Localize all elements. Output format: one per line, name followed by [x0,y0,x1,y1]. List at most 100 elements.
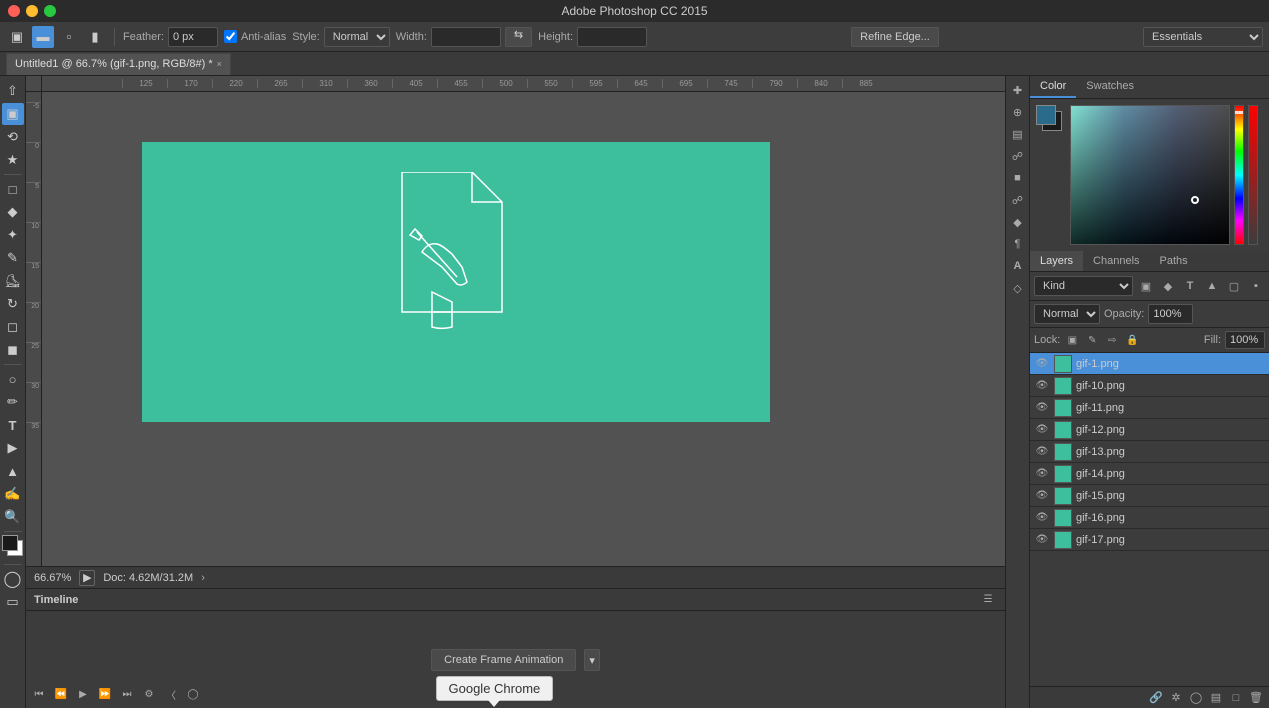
doc-tab[interactable]: Untitled1 @ 66.7% (gif-1.png, RGB/8#) * … [6,53,231,75]
lock-paint-icon[interactable]: ✎ [1084,332,1100,348]
filter-type-icon[interactable]: T [1181,277,1199,295]
record-icon[interactable]: ◯ [184,685,202,703]
canvas-scroll[interactable] [42,92,1005,566]
layer-visibility-toggle[interactable]: 👁 [1034,466,1050,482]
play-icon[interactable]: ▶ [74,685,92,703]
eyedropper-tool-icon[interactable]: ◆ [2,201,24,223]
path-select-icon[interactable]: ▶ [2,437,24,459]
opacity-input[interactable] [1148,304,1193,324]
filter-smart-icon[interactable]: ▢ [1225,277,1243,295]
tab-layers[interactable]: Layers [1030,251,1083,271]
width-input[interactable] [431,27,501,47]
marquee-ellipse-icon[interactable]: ▬ [32,26,54,48]
tab-swatches[interactable]: Swatches [1076,76,1144,98]
layer-item[interactable]: 👁 gif-15.png [1030,485,1269,507]
foreground-color-swatch[interactable] [2,535,18,551]
height-input[interactable] [577,27,647,47]
layers-mode-select[interactable]: Normal [1034,304,1100,324]
workspace-select[interactable]: Essentials [1143,27,1263,47]
tab-color[interactable]: Color [1030,76,1076,98]
new-group-icon[interactable]: ▤ [1207,689,1225,707]
rt-btn2[interactable]: ⊕ [1008,102,1028,122]
step-back-icon[interactable]: ⏪ [52,685,70,703]
quickselect-tool-icon[interactable]: ★ [2,149,24,171]
filter-shape-icon[interactable]: ▲ [1203,277,1221,295]
zoom-tool-icon[interactable]: 🔍 [2,506,24,528]
close-button[interactable] [8,5,20,17]
layer-visibility-toggle[interactable]: 👁 [1034,510,1050,526]
fill-input[interactable] [1225,331,1265,349]
tab-paths[interactable]: Paths [1150,251,1198,271]
layer-visibility-toggle[interactable]: 👁 [1034,400,1050,416]
goto-start-icon[interactable]: ⏮ [30,685,48,703]
style-select[interactable]: Normal [324,27,390,47]
opacity-bar[interactable] [1248,105,1258,245]
move-tool-icon[interactable]: ⇧ [2,80,24,102]
color-swatches-area[interactable] [2,535,24,561]
rt-btn9[interactable]: A [1008,256,1028,276]
layer-visibility-toggle[interactable]: 👁 [1034,488,1050,504]
filter-adjust-icon[interactable]: ◆ [1159,277,1177,295]
add-effect-icon[interactable]: ✲ [1167,689,1185,707]
window-controls[interactable] [8,5,56,17]
feather-input[interactable] [168,27,218,47]
lasso-icon[interactable]: ▫ [58,26,80,48]
rt-btn10[interactable]: ◇ [1008,278,1028,298]
new-layer-icon[interactable]: □ [1227,689,1245,707]
step-forward-icon[interactable]: ⏩ [96,685,114,703]
animation-type-dropdown[interactable]: ▾ [584,649,600,671]
layer-visibility-toggle[interactable]: 👁 [1034,422,1050,438]
layer-visibility-toggle[interactable]: 👁 [1034,444,1050,460]
rt-btn8[interactable]: ¶ [1008,234,1028,254]
healing-tool-icon[interactable]: ✦ [2,224,24,246]
layer-item[interactable]: 👁 gif-13.png [1030,441,1269,463]
eraser-tool-icon[interactable]: ◻ [2,316,24,338]
filter-extra-icon[interactable]: ▪ [1247,277,1265,295]
layer-item[interactable]: 👁 gif-11.png [1030,397,1269,419]
hue-bar[interactable] [1234,105,1244,245]
rt-btn6[interactable]: ☍ [1008,190,1028,210]
marquee-rect-icon[interactable]: ▣ [6,26,28,48]
lock-pixels-icon[interactable]: ▣ [1064,332,1080,348]
layer-visibility-toggle[interactable]: 👁 [1034,356,1050,372]
create-frame-animation-button[interactable]: Create Frame Animation [431,649,576,671]
history-brush-icon[interactable]: ↻ [2,293,24,315]
layer-item[interactable]: 👁 gif-17.png [1030,529,1269,551]
type-tool-icon[interactable]: T [2,414,24,436]
layer-item[interactable]: 👁 gif-1.png [1030,353,1269,375]
crop-tool-icon[interactable]: □ [2,178,24,200]
zoom-arrow-btn[interactable]: ▶ [79,570,95,586]
layer-item[interactable]: 👁 gif-16.png [1030,507,1269,529]
goto-end-icon[interactable]: ⏭ [118,685,136,703]
rt-btn4[interactable]: ☍ [1008,146,1028,166]
layer-visibility-toggle[interactable]: 👁 [1034,378,1050,394]
refine-edge-button[interactable]: Refine Edge... [851,27,939,47]
lasso-tool-icon[interactable]: ⟲ [2,126,24,148]
delete-layer-icon[interactable]: 🗑 [1247,689,1265,707]
foreground-color-box[interactable] [1036,105,1056,125]
rt-btn7[interactable]: ◆ [1008,212,1028,232]
timeline-menu-icon[interactable]: ☰ [979,591,997,609]
brush-tool-icon[interactable]: ✎ [2,247,24,269]
add-mask-icon[interactable]: ◯ [1187,689,1205,707]
minimize-button[interactable] [26,5,38,17]
hand-tool-icon[interactable]: ✍ [2,483,24,505]
layer-item[interactable]: 👁 gif-12.png [1030,419,1269,441]
layer-visibility-toggle[interactable]: 👁 [1034,532,1050,548]
marquee-tool-icon[interactable]: ▣ [2,103,24,125]
gradient-tool-icon[interactable]: ◼ [2,339,24,361]
layer-item[interactable]: 👁 gif-10.png [1030,375,1269,397]
antialias-checkbox[interactable] [224,30,237,43]
rt-btn3[interactable]: ▤ [1008,124,1028,144]
rt-btn5[interactable]: ■ [1008,168,1028,188]
maximize-button[interactable] [44,5,56,17]
swap-wh-icon[interactable]: ⇆ [505,27,532,47]
shape-tool-icon[interactable]: ▲ [2,460,24,482]
column-icon[interactable]: ▮ [84,26,106,48]
trim-icon[interactable]: 〈 [162,685,180,703]
doc-tab-close[interactable]: × [217,59,222,69]
filter-pixel-icon[interactable]: ▣ [1137,277,1155,295]
layers-kind-select[interactable]: Kind [1034,276,1133,296]
screenmode-icon[interactable]: ▭ [2,591,24,613]
lock-all-icon[interactable]: 🔒 [1124,332,1140,348]
